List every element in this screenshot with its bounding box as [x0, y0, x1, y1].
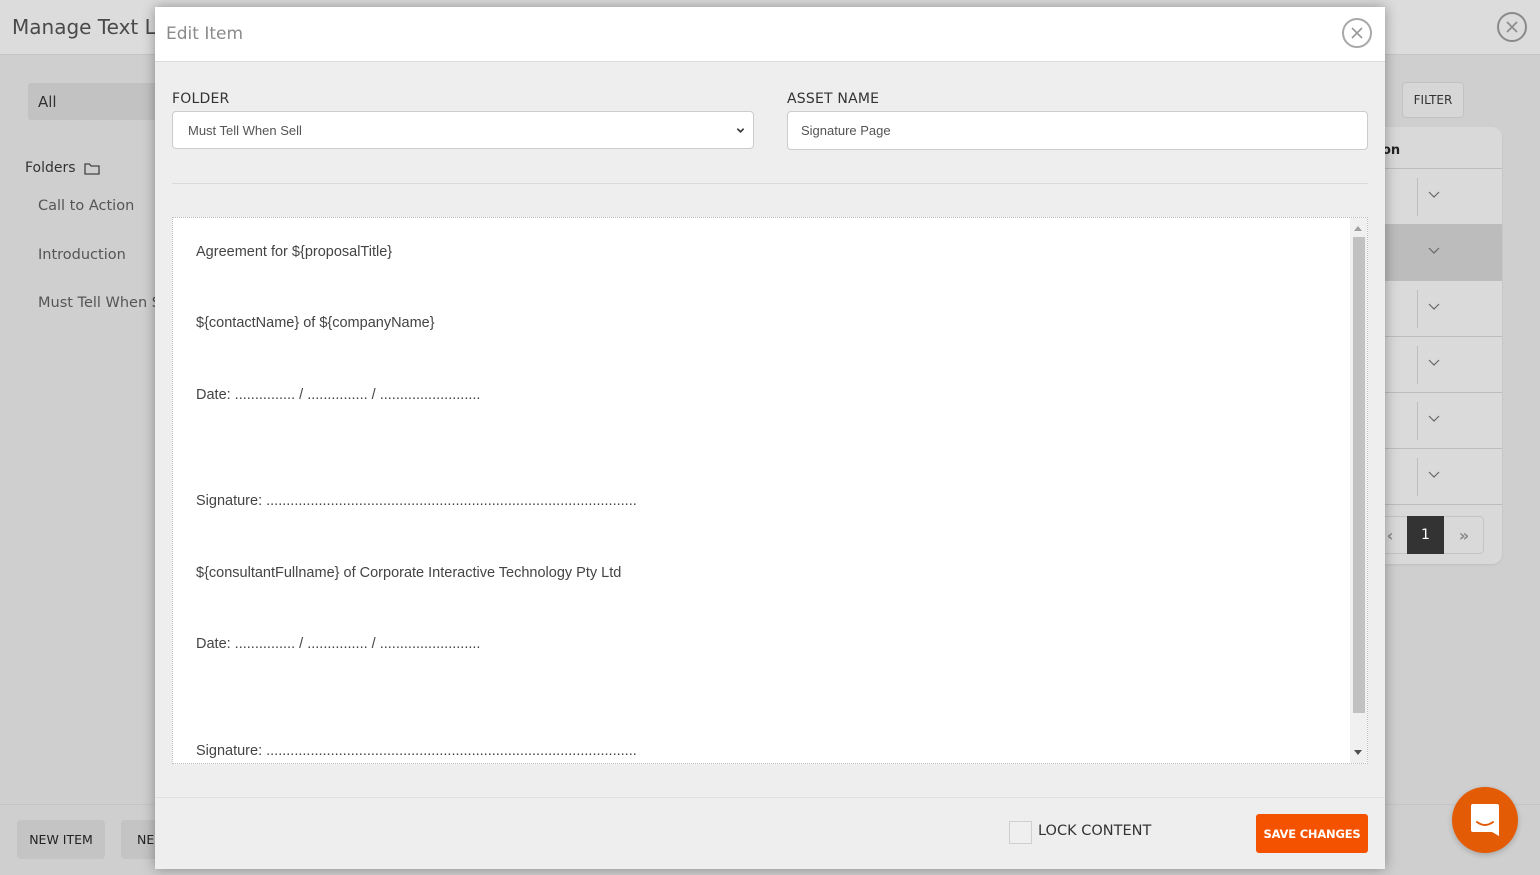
modal-title: Edit Item [166, 24, 244, 44]
pagination-last-button[interactable]: » [1452, 517, 1476, 553]
chevron-left-icon: ‹ [1386, 525, 1394, 545]
folder-select-value: Must Tell When Sell [188, 123, 302, 138]
folders-label: Folders [25, 160, 76, 176]
section-divider [172, 183, 1368, 184]
save-changes-button[interactable]: SAVE CHANGES [1256, 814, 1368, 853]
edit-item-modal: Edit Item FOLDER Must Tell When Sell ASS… [155, 7, 1385, 869]
chevron-down-icon[interactable] [1427, 411, 1441, 425]
pagination-page-current[interactable]: 1 [1407, 516, 1444, 554]
close-icon [1506, 21, 1518, 33]
editor-scrollbar[interactable] [1350, 218, 1367, 763]
row-separator [1417, 178, 1418, 216]
editor-line-contact: ${contactName} of ${companyName} [196, 315, 435, 331]
page-close-button[interactable] [1497, 12, 1527, 42]
folder-label: FOLDER [172, 91, 230, 107]
lock-content-checkbox[interactable] [1009, 821, 1032, 844]
row-separator [1417, 458, 1418, 496]
sidebar-folder-introduction[interactable]: Introduction [38, 247, 126, 263]
chevron-down-icon[interactable] [1427, 187, 1441, 201]
filter-button[interactable]: FILTER [1402, 82, 1464, 118]
lock-content-label[interactable]: LOCK CONTENT [1038, 823, 1151, 839]
chevron-down-icon [736, 128, 745, 133]
row-separator [1417, 234, 1418, 272]
sidebar-item-all[interactable]: All [28, 83, 168, 120]
asset-name-input[interactable]: Signature Page [787, 111, 1368, 150]
folder-select[interactable]: Must Tell When Sell [172, 111, 754, 149]
chat-bubble-icon [1471, 804, 1499, 836]
chevron-down-icon[interactable] [1427, 243, 1441, 257]
chevron-down-icon[interactable] [1427, 299, 1441, 313]
content-editor[interactable]: Agreement for ${proposalTitle} ${contact… [172, 217, 1368, 764]
close-icon [1351, 27, 1363, 39]
editor-line-consultant: ${consultantFullname} of Corporate Inter… [196, 565, 622, 581]
row-separator [1417, 402, 1418, 440]
chat-launcher-button[interactable] [1452, 787, 1518, 853]
chevron-down-icon[interactable] [1427, 355, 1441, 369]
double-chevron-right-icon: » [1458, 525, 1470, 545]
scroll-down-arrow-icon[interactable] [1354, 750, 1362, 755]
new-item-button[interactable]: NEW ITEM [17, 820, 105, 859]
sidebar-folder-call-to-action[interactable]: Call to Action [38, 198, 134, 214]
row-separator [1417, 290, 1418, 328]
scroll-up-arrow-icon[interactable] [1354, 226, 1362, 231]
editor-line-signature: Signature: .............................… [196, 743, 637, 759]
modal-close-button[interactable] [1342, 18, 1372, 48]
footer-divider [155, 797, 1385, 798]
scrollbar-thumb[interactable] [1353, 237, 1365, 713]
editor-line-date: Date: ............... / ............... … [196, 636, 481, 652]
row-separator [1417, 346, 1418, 384]
pagination: ‹ 1 » [1375, 516, 1484, 554]
chevron-down-icon[interactable] [1427, 467, 1441, 481]
modal-header: Edit Item [155, 7, 1385, 62]
editor-line-agreement: Agreement for ${proposalTitle} [196, 244, 393, 260]
folder-icon [83, 162, 100, 175]
editor-line-date: Date: ............... / ............... … [196, 387, 481, 403]
asset-name-label: ASSET NAME [787, 91, 880, 107]
folders-heading: Folders [25, 160, 100, 176]
editor-line-signature: Signature: .............................… [196, 493, 637, 509]
